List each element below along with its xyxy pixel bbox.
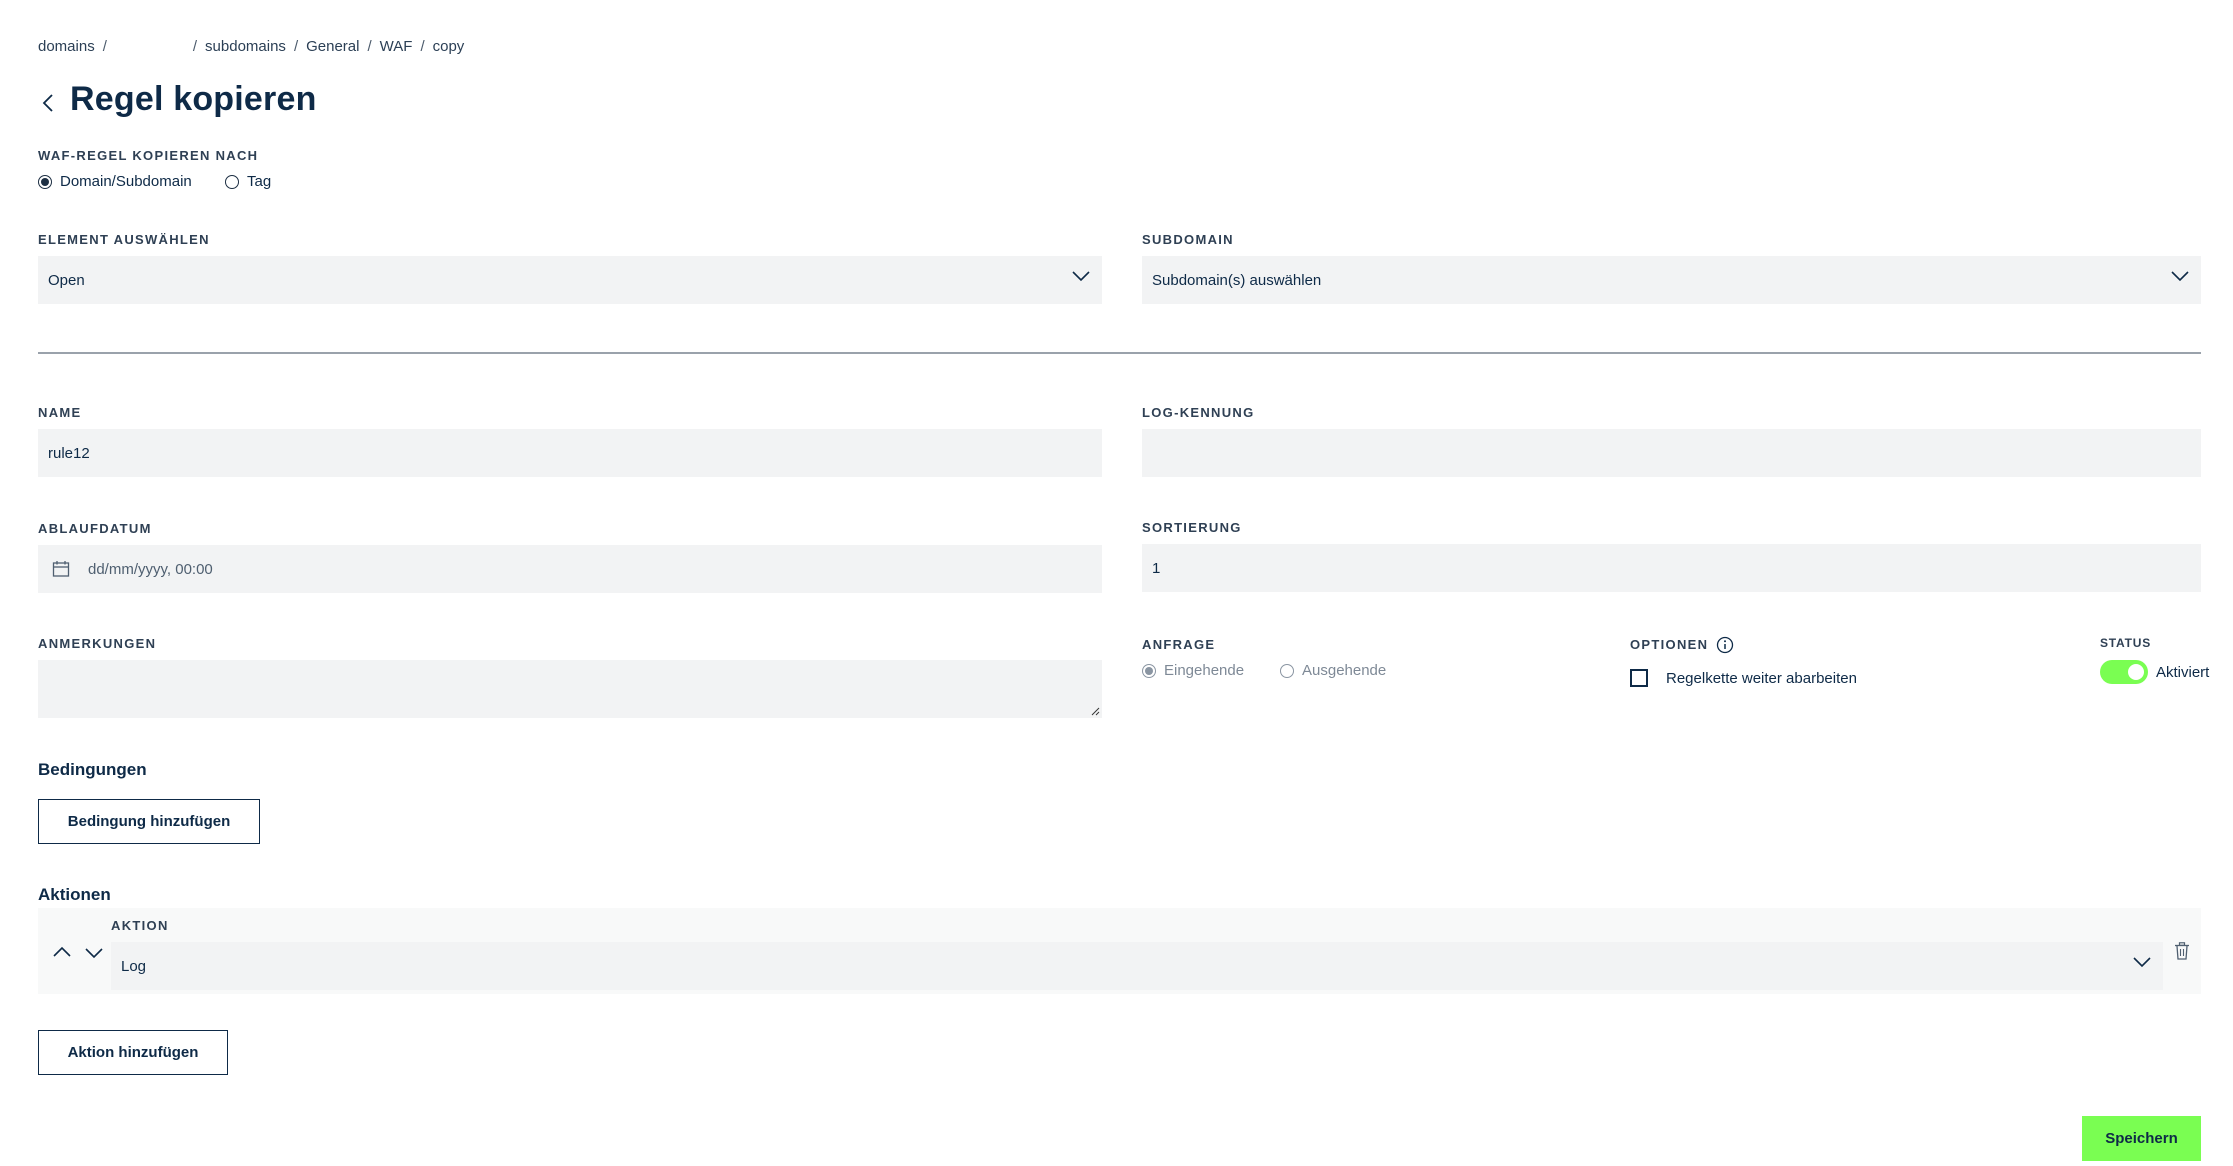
- breadcrumb-separator: /: [420, 38, 425, 55]
- continue-chain-option[interactable]: Regelkette weiter abarbeiten: [1630, 669, 1857, 687]
- element-select[interactable]: Open: [38, 256, 1102, 304]
- status-toggle-group[interactable]: Aktiviert: [2100, 660, 2209, 684]
- breadcrumb-item-subdomains[interactable]: subdomains: [205, 38, 286, 55]
- breadcrumb-item-domains[interactable]: domains: [38, 38, 95, 55]
- status-toggle[interactable]: [2100, 660, 2148, 684]
- radio-tag[interactable]: Tag: [225, 173, 271, 190]
- conditions-title: Bedingungen: [38, 760, 147, 779]
- add-action-button[interactable]: Aktion hinzufügen: [38, 1030, 228, 1075]
- breadcrumb-item-general[interactable]: General: [306, 38, 359, 55]
- save-button[interactable]: Speichern: [2082, 1116, 2201, 1161]
- radio-label: Tag: [247, 173, 272, 190]
- radio-incoming[interactable]: Eingehende: [1142, 662, 1244, 679]
- sort-input-value: 1: [1152, 559, 1161, 577]
- trash-icon[interactable]: [2174, 942, 2190, 960]
- checkbox[interactable]: [1630, 669, 1648, 687]
- subdomain-select[interactable]: Subdomain(s) auswählen: [1142, 256, 2201, 304]
- expiry-date-placeholder: dd/mm/yyyy, 00:00: [88, 560, 213, 578]
- breadcrumb-separator: /: [367, 38, 372, 55]
- subdomain-select-label: SUBDOMAIN: [1142, 232, 1234, 247]
- sort-label: SORTIERUNG: [1142, 520, 1242, 535]
- notes-label: ANMERKUNGEN: [38, 636, 157, 651]
- chevron-left-icon[interactable]: [38, 92, 60, 114]
- add-condition-button[interactable]: Bedingung hinzufügen: [38, 799, 260, 844]
- breadcrumb-item-waf[interactable]: WAF: [380, 38, 413, 55]
- status-label: STATUS: [2100, 636, 2152, 650]
- breadcrumb-item-copy: copy: [432, 38, 465, 55]
- chevron-down-icon[interactable]: [84, 946, 104, 960]
- name-input[interactable]: rule12: [38, 429, 1102, 477]
- radio-outgoing[interactable]: Ausgehende: [1280, 662, 1386, 679]
- page-title: Regel kopieren: [70, 80, 317, 118]
- chevron-down-icon: [2171, 271, 2189, 282]
- section-divider: [38, 352, 2201, 354]
- radio-label: Domain/Subdomain: [60, 173, 192, 190]
- breadcrumb-separator: /: [293, 38, 299, 55]
- options-label: OPTIONEN: [1630, 637, 1709, 652]
- breadcrumb-separator: /: [102, 38, 107, 55]
- log-id-label: LOG-KENNUNG: [1142, 405, 1255, 420]
- radio-label: Eingehende: [1164, 662, 1245, 679]
- checkbox-label: Regelkette weiter abarbeiten: [1666, 669, 1857, 687]
- element-select-value: Open: [48, 271, 85, 289]
- breadcrumb-separator: /: [192, 38, 198, 55]
- chevron-up-icon[interactable]: [52, 945, 72, 959]
- expiry-label: ABLAUFDATUM: [38, 521, 152, 536]
- element-select-label: ELEMENT AUSWÄHLEN: [38, 232, 210, 247]
- notes-textarea[interactable]: [38, 660, 1102, 718]
- subdomain-select-value: Subdomain(s) auswählen: [1152, 271, 1322, 289]
- chevron-down-icon: [2133, 957, 2151, 968]
- chevron-down-icon: [1072, 271, 1090, 282]
- calendar-icon[interactable]: [52, 560, 70, 578]
- radio-unchecked-icon[interactable]: [1280, 663, 1294, 678]
- resize-handle-icon[interactable]: [1090, 706, 1100, 716]
- action-field-label: AKTION: [111, 918, 169, 933]
- action-select-value: Log: [121, 957, 147, 975]
- name-label: NAME: [38, 405, 82, 420]
- log-id-input[interactable]: [1142, 429, 2201, 477]
- radio-checked-icon[interactable]: [38, 174, 52, 189]
- name-input-value: rule12: [48, 444, 90, 462]
- status-toggle-label: Aktiviert: [2156, 663, 2210, 681]
- radio-checked-icon[interactable]: [1142, 663, 1156, 678]
- actions-title: Aktionen: [38, 885, 111, 904]
- radio-label: Ausgehende: [1302, 662, 1387, 679]
- action-select[interactable]: Log: [111, 942, 2163, 990]
- request-label: ANFRAGE: [1142, 637, 1216, 652]
- radio-domain-subdomain[interactable]: Domain/Subdomain: [38, 173, 192, 190]
- copy-target-label: WAF-REGEL KOPIEREN NACH: [38, 148, 259, 163]
- radio-unchecked-icon[interactable]: [225, 174, 239, 189]
- breadcrumb: domains / / subdomains / General / WAF / copy: [38, 38, 464, 55]
- info-icon[interactable]: [1716, 636, 1734, 654]
- sort-input[interactable]: 1: [1142, 544, 2201, 592]
- expiry-date-input[interactable]: dd/mm/yyyy, 00:00: [38, 545, 1102, 593]
